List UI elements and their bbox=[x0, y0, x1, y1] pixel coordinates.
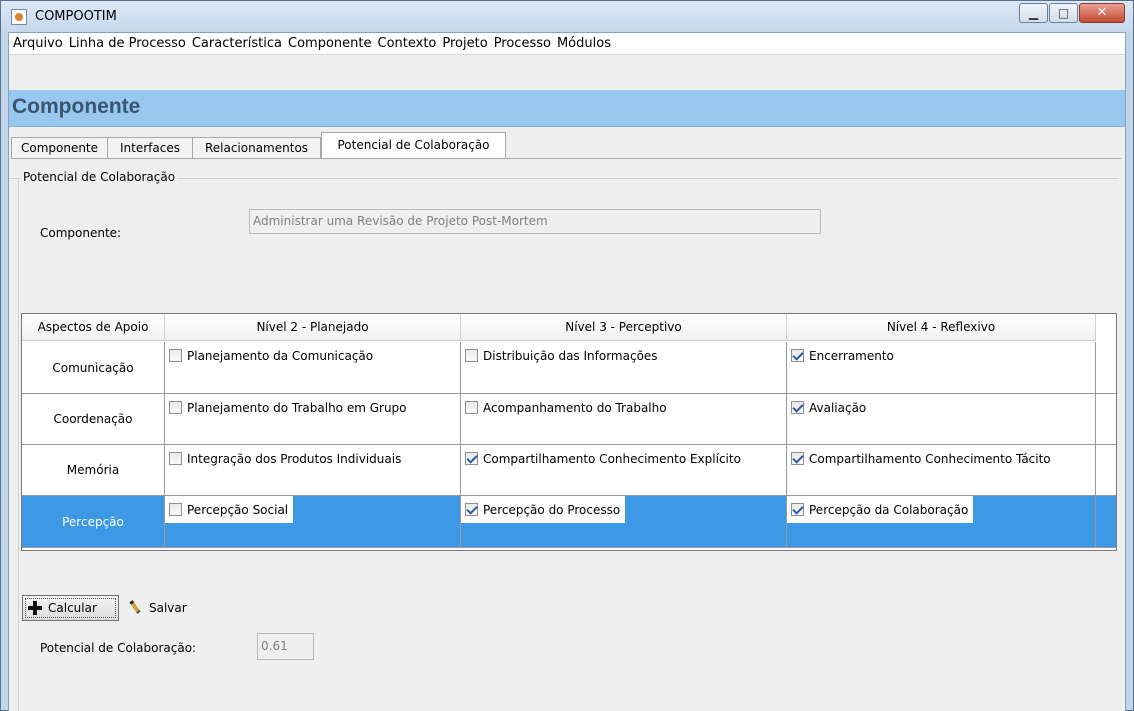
app-window: COMPOOTIM ▁ □ ✕ Arquivo Linha de Process… bbox=[0, 0, 1134, 711]
menu-componente[interactable]: Componente bbox=[286, 36, 375, 51]
menu-projeto[interactable]: Projeto bbox=[440, 36, 491, 51]
checkbox[interactable] bbox=[169, 401, 182, 414]
checkbox-label: Compartilhamento Conhecimento Tácito bbox=[809, 451, 1051, 466]
menu-arquivo[interactable]: Arquivo bbox=[11, 36, 67, 51]
table-row-memoria[interactable]: Memória Integração dos Produtos Individu… bbox=[22, 445, 1116, 496]
window-content: Arquivo Linha de Processo Característica… bbox=[8, 32, 1126, 711]
checkbox[interactable] bbox=[465, 349, 478, 362]
checkbox-item[interactable]: Encerramento bbox=[787, 342, 899, 369]
row-label: Coordenação bbox=[22, 394, 165, 444]
checkbox[interactable] bbox=[169, 452, 182, 465]
menu-caracteristica[interactable]: Característica bbox=[190, 36, 286, 51]
checkbox-label: Acompanhamento do Trabalho bbox=[483, 400, 667, 415]
tab-potencial-de-colaboracao[interactable]: Potencial de Colaboração bbox=[321, 132, 506, 159]
table-cell: Planejamento da Comunicação bbox=[165, 342, 461, 393]
result-field[interactable]: 0.61 bbox=[257, 633, 314, 660]
checkbox-label: Percepção da Colaboração bbox=[809, 502, 969, 517]
checkbox-label: Compartilhamento Conhecimento Explícito bbox=[483, 451, 741, 466]
group-border-left bbox=[18, 178, 19, 711]
checkbox-label: Planejamento da Comunicação bbox=[187, 348, 374, 363]
close-icon: ✕ bbox=[1096, 5, 1108, 20]
checkbox-item[interactable]: Percepção do Processo bbox=[461, 496, 626, 523]
checkbox-item[interactable]: Planejamento da Comunicação bbox=[165, 342, 379, 369]
checkbox-label: Avaliação bbox=[809, 400, 867, 415]
checkbox-label: Distribuição das Informações bbox=[483, 348, 658, 363]
support-aspects-table: Aspectos de Apoio Nível 2 - Planejado Ní… bbox=[21, 313, 1117, 551]
menu-modulos[interactable]: Módulos bbox=[555, 36, 615, 51]
table-cell: Planejamento do Trabalho em Grupo bbox=[165, 394, 461, 444]
result-label: Potencial de Colaboração: bbox=[40, 641, 197, 655]
maximize-button[interactable]: □ bbox=[1049, 3, 1078, 23]
checkbox-item[interactable]: Acompanhamento do Trabalho bbox=[461, 394, 672, 421]
checkbox[interactable] bbox=[791, 349, 804, 362]
table-cell: Avaliação bbox=[787, 394, 1096, 444]
table-cell: Acompanhamento do Trabalho bbox=[461, 394, 787, 444]
checkbox[interactable] bbox=[465, 401, 478, 414]
window-title: COMPOOTIM bbox=[35, 9, 117, 24]
salvar-label: Salvar bbox=[149, 601, 187, 615]
column-header-level-2[interactable]: Nível 2 - Planejado bbox=[165, 314, 461, 341]
checkbox-item[interactable]: Percepção da Colaboração bbox=[787, 496, 974, 523]
row-label: Comunicação bbox=[22, 342, 165, 393]
column-header-level-3[interactable]: Nível 3 - Perceptivo bbox=[461, 314, 787, 341]
close-button[interactable]: ✕ bbox=[1079, 3, 1125, 23]
tab-componente[interactable]: Componente bbox=[11, 137, 108, 159]
checkbox[interactable] bbox=[791, 452, 804, 465]
checkbox-label: Planejamento do Trabalho em Grupo bbox=[187, 400, 407, 415]
checkbox-item[interactable]: Compartilhamento Conhecimento Explícito bbox=[461, 445, 746, 472]
table-row-percepcao[interactable]: Percepção Percepção Social Percepção do … bbox=[22, 496, 1116, 548]
checkbox-item[interactable]: Integração dos Produtos Individuais bbox=[165, 445, 407, 472]
checkbox-label: Percepção Social bbox=[187, 502, 289, 517]
row-label: Memória bbox=[22, 445, 165, 495]
checkbox-item[interactable]: Planejamento do Trabalho em Grupo bbox=[165, 394, 412, 421]
checkbox[interactable] bbox=[791, 503, 804, 516]
checkbox-label: Integração dos Produtos Individuais bbox=[187, 451, 402, 466]
checkbox[interactable] bbox=[169, 503, 182, 516]
table-row-coordenacao[interactable]: Coordenação Planejamento do Trabalho em … bbox=[22, 394, 1116, 445]
page-title: Componente bbox=[12, 95, 141, 118]
row-label: Percepção bbox=[22, 496, 165, 547]
checkbox-label: Encerramento bbox=[809, 348, 894, 363]
table-cell: Encerramento bbox=[787, 342, 1096, 393]
checkbox-item[interactable]: Compartilhamento Conhecimento Tácito bbox=[787, 445, 1056, 472]
table-cell: Percepção da Colaboração bbox=[787, 496, 1096, 547]
tab-divider bbox=[11, 158, 1121, 159]
maximize-icon: □ bbox=[1057, 6, 1070, 20]
title-bar[interactable]: COMPOOTIM ▁ □ ✕ bbox=[1, 1, 1133, 33]
minimize-icon: ▁ bbox=[1028, 6, 1039, 20]
checkbox-label: Percepção do Processo bbox=[483, 502, 621, 517]
menu-processo[interactable]: Processo bbox=[492, 36, 555, 51]
checkbox-item[interactable]: Avaliação bbox=[787, 394, 872, 421]
table-cell: Distribuição das Informações bbox=[461, 342, 787, 393]
plus-icon bbox=[28, 601, 42, 615]
checkbox[interactable] bbox=[465, 503, 478, 516]
menu-contexto[interactable]: Contexto bbox=[376, 36, 441, 51]
table-cell: Percepção Social bbox=[165, 496, 461, 547]
column-header-aspects[interactable]: Aspectos de Apoio bbox=[22, 314, 165, 341]
tab-relacionamentos[interactable]: Relacionamentos bbox=[192, 137, 321, 159]
component-field[interactable]: Administrar uma Revisão de Projeto Post-… bbox=[249, 209, 821, 234]
menu-linha-de-processo[interactable]: Linha de Processo bbox=[67, 36, 190, 51]
checkbox[interactable] bbox=[169, 349, 182, 362]
checkbox-item[interactable]: Percepção Social bbox=[165, 496, 294, 523]
group-title: Potencial de Colaboração bbox=[21, 170, 178, 184]
java-app-icon bbox=[11, 9, 27, 25]
tab-interfaces[interactable]: Interfaces bbox=[107, 137, 193, 159]
checkbox[interactable] bbox=[791, 401, 804, 414]
table-cell: Integração dos Produtos Individuais bbox=[165, 445, 461, 495]
pencil-icon bbox=[127, 600, 143, 616]
table-cell: Compartilhamento Conhecimento Tácito bbox=[787, 445, 1096, 495]
component-label: Componente: bbox=[40, 226, 122, 240]
checkbox-item[interactable]: Distribuição das Informações bbox=[461, 342, 663, 369]
minimize-button[interactable]: ▁ bbox=[1019, 3, 1048, 23]
salvar-button[interactable]: Salvar bbox=[127, 595, 187, 621]
column-header-level-4[interactable]: Nível 4 - Reflexivo bbox=[787, 314, 1096, 341]
calcular-button[interactable]: Calcular bbox=[22, 595, 119, 621]
table-row-comunicacao[interactable]: Comunicação Planejamento da Comunicação … bbox=[22, 342, 1116, 394]
checkbox[interactable] bbox=[465, 452, 478, 465]
menu-bar: Arquivo Linha de Processo Característica… bbox=[9, 33, 1125, 55]
page-header: Componente bbox=[9, 90, 1125, 127]
table-cell: Percepção do Processo bbox=[461, 496, 787, 547]
table-cell: Compartilhamento Conhecimento Explícito bbox=[461, 445, 787, 495]
